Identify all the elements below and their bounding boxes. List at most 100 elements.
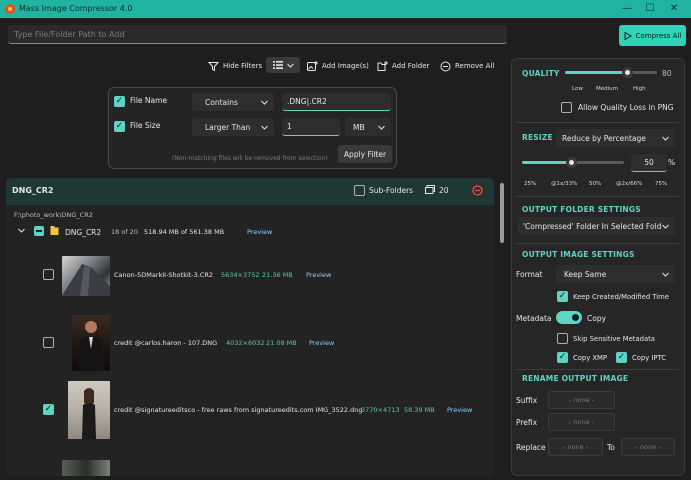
copy-xmp-label: Copy XMP (573, 354, 608, 362)
allow-png-loss-label: Allow Quality Loss in PNG (578, 103, 674, 112)
prefix-label: Prefix (516, 418, 538, 427)
metadata-label: Metadata (516, 314, 552, 323)
add-image-icon (307, 60, 318, 71)
folder-icon (50, 226, 59, 235)
resize-tick-label: 50% (589, 181, 602, 187)
path-input[interactable] (8, 25, 507, 44)
chevron-down-icon (261, 100, 268, 105)
resize-slider-knob[interactable] (566, 157, 577, 168)
format-select[interactable]: Keep Same (556, 265, 675, 283)
file-checkbox[interactable] (43, 337, 54, 348)
file-name-filter-input[interactable]: .DNG|.CR2 (282, 93, 391, 111)
copy-xmp-checkbox[interactable] (557, 352, 568, 363)
file-thumbnail[interactable] (62, 256, 110, 296)
list-view-icon (272, 61, 283, 69)
file-size-operator-select[interactable]: Larger Than (192, 118, 274, 136)
file-dimensions: 3770×4713 (361, 406, 400, 414)
file-size-filter-input[interactable]: 1 (282, 118, 340, 136)
maximize-icon[interactable]: ☐ (643, 2, 657, 16)
output-image-section-title: OUTPUT IMAGE SETTINGS (522, 250, 635, 259)
hide-filters-button[interactable]: Hide Filters (208, 59, 262, 73)
hide-filters-label: Hide Filters (223, 62, 263, 70)
resize-tick-label: 75% (655, 181, 668, 187)
compress-all-button[interactable]: Compress All (619, 25, 686, 46)
group-image-count: 20 (439, 186, 449, 195)
remove-all-button[interactable]: Remove All (440, 59, 494, 73)
add-folder-label: Add Folder (392, 62, 430, 70)
resize-unit: % (668, 158, 676, 167)
quality-medium-label: Medium (596, 86, 618, 92)
remove-group-button[interactable] (470, 183, 485, 198)
add-folder-button[interactable]: Add Folder (377, 59, 429, 73)
resize-mode-value: Reduce by Percentage (562, 133, 646, 143)
section-divider (516, 122, 679, 123)
file-preview-link[interactable]: Preview (306, 271, 331, 279)
chevron-down-icon (662, 136, 669, 141)
output-folder-select[interactable]: 'Compressed' Folder In Selected Folde (518, 217, 675, 235)
chevron-down-icon (662, 224, 669, 229)
file-name: credit @signatureeditsco - free raws fro… (114, 406, 363, 414)
skip-sensitive-checkbox[interactable] (557, 333, 568, 344)
add-images-button[interactable]: Add Image(s) (307, 59, 369, 73)
play-icon (624, 31, 632, 40)
allow-png-loss-checkbox[interactable] (561, 102, 572, 113)
resize-tick-label: @2x/66% (616, 181, 643, 187)
file-name-filter-checkbox[interactable] (114, 96, 125, 107)
folder-preview-link[interactable]: Preview (247, 228, 272, 236)
file-size-filter-label: File Size (130, 121, 161, 130)
copy-iptc-checkbox[interactable] (616, 352, 627, 363)
resize-percent-input[interactable]: 50 (631, 154, 667, 172)
images-icon (425, 185, 435, 194)
resize-tick-label: 25% (524, 181, 537, 187)
chevron-down-icon[interactable] (18, 228, 25, 233)
file-thumbnail[interactable] (68, 381, 110, 439)
section-divider (516, 196, 679, 197)
prefix-input[interactable]: - none - (548, 413, 615, 431)
replace-input[interactable]: - none - (548, 438, 603, 456)
quality-slider-knob[interactable] (622, 67, 633, 78)
file-size: 21.36 MB (262, 271, 293, 279)
view-mode-dropdown[interactable] (266, 57, 300, 73)
to-input[interactable]: - none - (621, 438, 675, 456)
file-dimensions: 5634×3752 (221, 271, 260, 279)
metadata-toggle[interactable] (556, 311, 582, 324)
chevron-down-icon (662, 272, 669, 277)
apply-filter-button[interactable]: Apply Filter (338, 145, 392, 163)
file-thumbnail[interactable] (62, 460, 110, 476)
file-size-unit-select[interactable]: MB (345, 118, 391, 136)
file-thumbnail[interactable] (72, 315, 110, 371)
file-size-operator-value: Larger Than (205, 122, 251, 132)
remove-all-label: Remove All (455, 62, 495, 70)
file-checkbox[interactable] (43, 404, 54, 415)
file-size: 21.08 MB (266, 339, 297, 347)
suffix-input[interactable]: - none - (548, 391, 615, 409)
file-size-filter-checkbox[interactable] (114, 121, 125, 132)
output-folder-section-title: OUTPUT FOLDER SETTINGS (522, 205, 641, 214)
quality-section-title: QUALITY (522, 69, 560, 78)
resize-mode-select[interactable]: Reduce by Percentage (556, 129, 675, 147)
folder-size: 518.94 MB of 561.38 MB (144, 228, 225, 236)
quality-value: 80 (662, 69, 672, 78)
file-checkbox[interactable] (43, 269, 54, 280)
file-dimensions: 4032×6032 (226, 339, 265, 347)
quality-low-label: Low (572, 86, 583, 92)
file-name-filter-label: File Name (130, 96, 168, 105)
file-name: credit @carlos.haron - 107.DNG (114, 339, 218, 347)
minimize-icon[interactable]: — (620, 2, 634, 16)
keep-times-checkbox[interactable] (557, 291, 568, 302)
file-preview-link[interactable]: Preview (447, 406, 472, 414)
file-name-operator-select[interactable]: Contains (192, 93, 274, 111)
chevron-down-icon (261, 125, 268, 130)
close-icon[interactable]: ✕ (667, 2, 681, 16)
subfolders-checkbox[interactable] (354, 185, 365, 196)
quality-slider-fill (565, 71, 628, 74)
resize-tick-label: @1x/33% (551, 181, 578, 187)
list-scrollbar-thumb[interactable] (500, 183, 504, 243)
chevron-down-icon (378, 125, 385, 130)
format-value: Keep Same (564, 269, 607, 279)
folder-select-checkbox[interactable] (34, 226, 44, 236)
compress-all-label: Compress All (635, 31, 682, 40)
file-preview-link[interactable]: Preview (309, 339, 334, 347)
output-folder-value: 'Compressed' Folder In Selected Folde (523, 221, 663, 231)
suffix-label: Suffix (516, 396, 538, 405)
